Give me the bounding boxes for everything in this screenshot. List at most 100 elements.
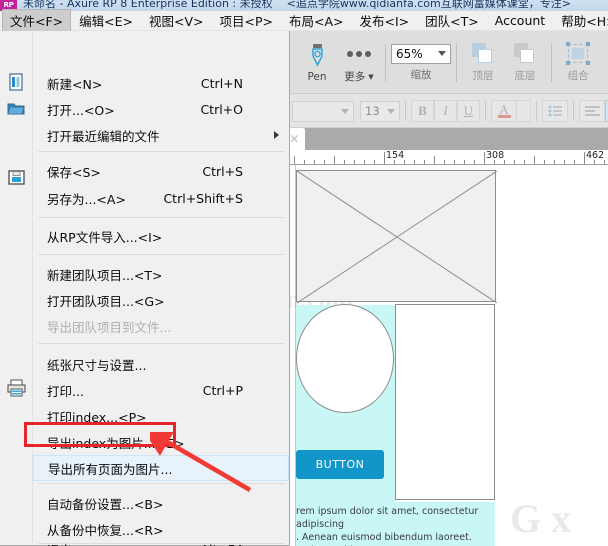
send-to-back-icon [512,42,538,66]
file-menu-label: 自动备份设置...<B> [47,496,164,512]
printer-icon [7,379,26,398]
bring-to-front-button[interactable]: 顶层 [462,35,504,91]
watermark-big: G x [510,496,572,541]
font-size-select[interactable]: 13 [360,100,400,122]
menu-item-project[interactable]: 项目<P> [212,9,282,32]
file-menu-item-print-index[interactable]: 打印index...<P> [33,403,289,429]
image-placeholder[interactable] [296,170,497,303]
format-divider [405,101,406,121]
zoom-label: 缩放 [410,68,432,81]
chevron-down-icon [438,51,446,56]
bold-button[interactable]: B [411,100,434,122]
file-menu-label: 打印index...<P> [47,409,147,425]
zoom-value: 65% [396,46,423,61]
align-left-button[interactable] [579,100,605,122]
file-menu-item-open[interactable]: 打开...<O> Ctrl+O [33,96,289,122]
file-menu-item-export-all-pages-image[interactable]: 导出所有页面为图片... [33,455,289,481]
zoom-control[interactable]: 65% 缩放 [391,43,451,82]
submenu-arrow-icon [274,131,279,139]
toolbar-divider [551,43,552,82]
more-tools-button[interactable]: 更多 ▼ [338,35,380,91]
align-left-icon [584,105,600,116]
font-color-dropdown[interactable] [517,100,531,122]
font-family-select[interactable] [292,100,354,122]
send-to-back-button[interactable]: 底层 [504,35,546,91]
font-size-value: 13 [365,104,380,118]
chevron-down-icon: ▼ [368,72,374,81]
file-menu-item-open-team-project[interactable]: 打开团队项目...<G> [33,287,289,313]
menu-item-edit[interactable]: 编辑<E> [71,9,141,32]
open-folder-icon [7,99,26,118]
horizontal-ruler: 154 308 462 [290,150,608,165]
italic-button[interactable]: I [434,100,457,122]
placeholder-cross-icon [297,171,497,303]
ellipse-shape[interactable] [296,304,394,413]
menu-item-team[interactable]: 团队<T> [417,9,487,32]
file-menu-label: 导出index为图片...<E> [47,435,185,451]
pen-icon [306,43,328,69]
menu-separator [38,151,285,152]
file-menu-item-new-team-project[interactable]: 新建团队项目...<T> [33,261,289,287]
file-menu-label: 打开最近编辑的文件 [47,128,160,144]
menu-item-view[interactable]: 视图<V> [141,9,212,32]
menu-separator [38,254,285,255]
file-menu-label: 新建<N> [47,76,103,92]
font-color-button[interactable]: A [491,100,517,122]
file-menu-label: 新建团队项目...<T> [47,267,163,283]
file-menu-item-save-as[interactable]: 另存为...<A> Ctrl+Shift+S [33,185,289,211]
file-menu-item-auto-backup-settings[interactable]: 自动备份设置...<B> [33,490,289,516]
file-menu-dropdown[interactable]: 新建<N> Ctrl+N 打开...<O> Ctrl+O 打开最近编辑的文件 保… [0,31,290,546]
toolbar-divider [385,43,386,82]
menu-separator [38,343,285,344]
white-content-box[interactable] [395,304,495,500]
more-tools-label: 更多 [344,71,366,83]
file-menu-label: 保存<S> [47,164,101,180]
file-menu-shortcut: Alt+F4 [200,542,243,546]
pen-tool-label: Pen [307,70,327,83]
file-menu-label: 退出<X> [47,540,102,546]
file-menu-item-page-setup[interactable]: 纸张尺寸与设置... [33,351,289,377]
ruler-label-308: 308 [486,150,505,161]
pen-tool-button[interactable]: Pen [296,35,338,91]
design-canvas[interactable]: 设计网 n.com G x BUTTON rem ipsum dolor sit… [290,165,608,546]
file-menu-shortcut: Ctrl+S [202,163,243,179]
file-menu-item-export-index-image[interactable]: 导出index为图片...<E> [33,429,289,455]
group-button[interactable]: 组合 [557,35,599,91]
button-widget[interactable]: BUTTON [296,450,384,479]
chevron-down-icon [387,108,395,114]
bring-to-front-icon [470,42,496,66]
font-color-letter: A [499,102,509,117]
ruler-label-154: 154 [386,150,405,161]
file-menu-label: 打开团队项目...<G> [47,293,165,309]
menu-item-file[interactable]: 文件<F> [2,9,72,32]
file-menu-label: 另存为...<A> [47,191,126,207]
menu-item-publish[interactable]: 发布<I> [352,9,418,32]
format-divider [485,101,486,121]
file-menu-item-new[interactable]: 新建<N> Ctrl+N [33,70,289,96]
zoom-select[interactable]: 65% [391,43,451,64]
file-menu-label: 从RP文件导入...<I> [47,229,163,245]
lorem-line: rem ipsum dolor sit amet, consectetur ad… [296,506,479,530]
file-menu-item-save[interactable]: 保存<S> Ctrl+S [33,158,289,184]
chevron-down-icon [341,108,349,114]
ruler-label-462: 462 [586,150,605,161]
close-icon[interactable]: ✕ [289,132,299,146]
bring-to-front-label: 顶层 [472,70,494,82]
lorem-text-block: rem ipsum dolor sit amet, consectetur ad… [296,505,496,546]
file-menu-shortcut: Ctrl+N [200,75,243,91]
menu-item-layout[interactable]: 布局<A> [281,9,352,32]
file-menu-item-recent[interactable]: 打开最近编辑的文件 [33,122,289,148]
file-menu-item-exit[interactable]: 退出<X> Alt+F4 [33,536,289,546]
underline-button[interactable]: U [457,100,480,122]
bullet-list-button[interactable] [542,100,568,122]
button-widget-label: BUTTON [315,458,365,471]
file-menu-label: 纸张尺寸与设置... [47,357,147,373]
save-disk-icon [7,168,26,187]
more-dots-icon [347,41,371,67]
list-icon [548,105,562,117]
file-menu-shortcut: Ctrl+P [202,382,243,398]
menu-item-account[interactable]: Account [487,11,553,30]
file-menu-item-print[interactable]: 打印... Ctrl+P [33,377,289,403]
file-menu-item-import-rp[interactable]: 从RP文件导入...<I> [33,223,289,249]
menu-item-help[interactable]: 帮助<H> [553,9,608,32]
